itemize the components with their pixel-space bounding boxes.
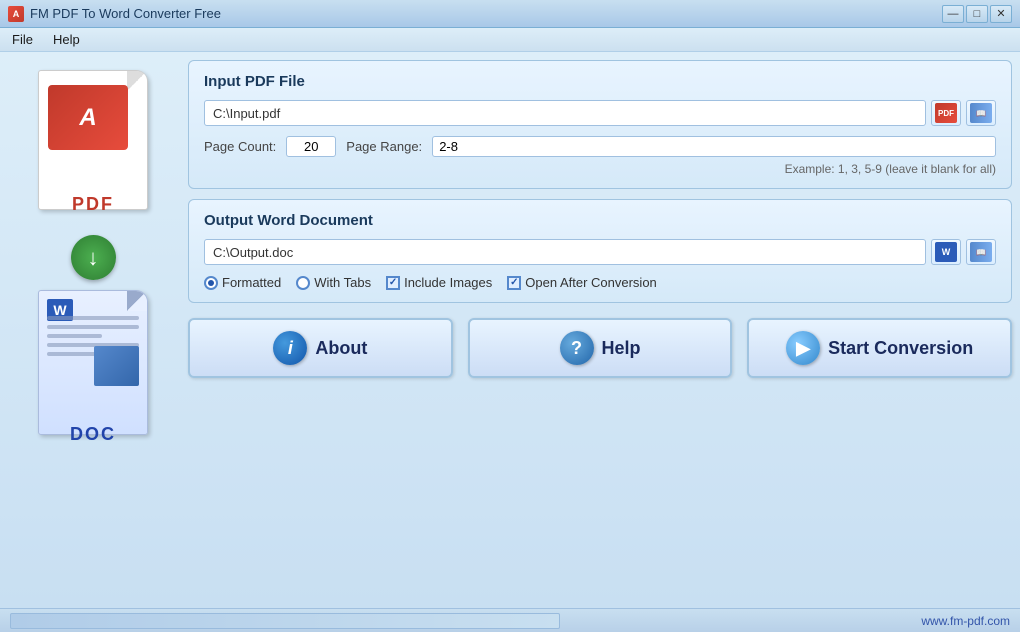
help-button[interactable]: ? Help <box>468 318 733 378</box>
maximize-button[interactable]: □ <box>966 5 988 23</box>
app-icon: A <box>8 6 24 22</box>
include-images-label: Include Images <box>404 275 492 290</box>
pdf-label: PDF <box>72 194 114 215</box>
output-section-title: Output Word Document <box>204 212 996 229</box>
open-after-checkbox[interactable]: ✓ <box>507 276 521 290</box>
open-after-check: ✓ <box>510 277 518 288</box>
page-range-label: Page Range: <box>346 139 422 154</box>
input-section: Input PDF File PDF 📖 Page Count: Page Ra… <box>188 60 1012 189</box>
formatted-radio[interactable] <box>204 276 218 290</box>
formatted-option[interactable]: Formatted <box>204 275 281 290</box>
close-button[interactable]: ✕ <box>990 5 1012 23</box>
start-conversion-button[interactable]: ▶ Start Conversion <box>747 318 1012 378</box>
app-title: FM PDF To Word Converter Free <box>30 6 221 21</box>
start-label: Start Conversion <box>828 338 973 359</box>
example-text: Example: 1, 3, 5-9 (leave it blank for a… <box>204 162 996 176</box>
formatted-label: Formatted <box>222 275 281 290</box>
about-icon: i <box>273 331 307 365</box>
output-section: Output Word Document W 📖 Formatted With … <box>188 199 1012 303</box>
right-panel: Input PDF File PDF 📖 Page Count: Page Ra… <box>188 60 1012 600</box>
doc-line-2 <box>47 325 139 329</box>
page-count-input[interactable] <box>286 136 336 157</box>
input-file-path[interactable] <box>204 100 926 126</box>
status-progress <box>10 613 560 629</box>
open-after-option[interactable]: ✓ Open After Conversion <box>507 275 657 290</box>
doc-icon-container: W DOC <box>28 290 158 450</box>
doc-label: DOC <box>70 424 116 445</box>
play-icon: ▶ <box>786 331 820 365</box>
doc-page-bg: W <box>38 290 148 435</box>
left-panel: A PDF ↓ W DOC <box>8 60 178 600</box>
menu-help[interactable]: Help <box>45 30 88 49</box>
pdf-red-bg: A <box>48 85 128 150</box>
with-tabs-option[interactable]: With Tabs <box>296 275 371 290</box>
book-icon: 📖 <box>970 103 992 123</box>
pdf-logo: A <box>48 85 128 155</box>
arrow-down-symbol: ↓ <box>88 245 99 271</box>
with-tabs-label: With Tabs <box>314 275 371 290</box>
main-content: A PDF ↓ W DOC <box>0 52 1020 608</box>
arrow-down-icon: ↓ <box>71 235 116 280</box>
page-info-row: Page Count: Page Range: <box>204 136 996 157</box>
menu-file[interactable]: File <box>4 30 41 49</box>
title-bar-left: A FM PDF To Word Converter Free <box>8 6 221 22</box>
status-bar: www.fm-pdf.com <box>0 608 1020 632</box>
pdf-book-button[interactable]: 📖 <box>966 100 996 126</box>
window-controls: — □ ✕ <box>942 5 1012 23</box>
help-icon: ? <box>560 331 594 365</box>
about-label: About <box>315 338 367 359</box>
pdf-browse-button[interactable]: PDF <box>931 100 961 126</box>
pdf-small-icon: PDF <box>935 103 957 123</box>
pdf-icon-container: A PDF <box>28 70 158 225</box>
word-book-button[interactable]: 📖 <box>966 239 996 265</box>
output-file-row: W 📖 <box>204 239 996 265</box>
page-range-input[interactable] <box>432 136 996 157</box>
options-row: Formatted With Tabs ✓ Include Images ✓ <box>204 275 996 290</box>
doc-image-placeholder <box>94 346 139 386</box>
open-after-label: Open After Conversion <box>525 275 657 290</box>
title-bar: A FM PDF To Word Converter Free — □ ✕ <box>0 0 1020 28</box>
help-label: Help <box>602 338 641 359</box>
menu-bar: File Help <box>0 28 1020 52</box>
include-images-check: ✓ <box>389 277 397 288</box>
word-browse-button[interactable]: W <box>931 239 961 265</box>
with-tabs-radio[interactable] <box>296 276 310 290</box>
output-file-path[interactable] <box>204 239 926 265</box>
minimize-button[interactable]: — <box>942 5 964 23</box>
doc-line-3 <box>47 334 102 338</box>
include-images-option[interactable]: ✓ Include Images <box>386 275 492 290</box>
include-images-checkbox[interactable]: ✓ <box>386 276 400 290</box>
input-section-title: Input PDF File <box>204 73 996 90</box>
input-file-row: PDF 📖 <box>204 100 996 126</box>
buttons-row: i About ? Help ▶ Start Conversion <box>188 318 1012 378</box>
word-book-icon: 📖 <box>970 242 992 262</box>
website-link: www.fm-pdf.com <box>921 614 1010 628</box>
pdf-symbol: A <box>79 104 96 132</box>
page-count-label: Page Count: <box>204 139 276 154</box>
about-button[interactable]: i About <box>188 318 453 378</box>
word-icon: W <box>935 242 957 262</box>
doc-line-1 <box>47 316 139 320</box>
